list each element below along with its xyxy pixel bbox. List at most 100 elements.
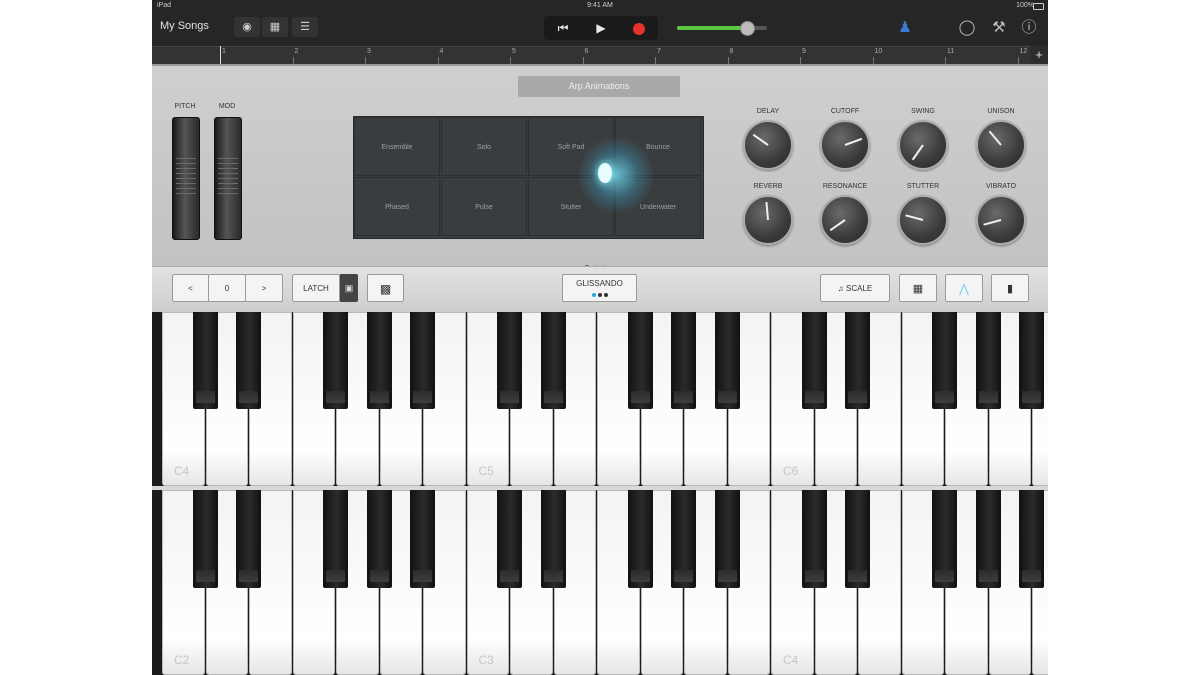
black-key[interactable] (236, 312, 261, 409)
octave-label: C2 (174, 653, 190, 667)
black-key[interactable] (845, 312, 870, 409)
knob-label: CUTOFF (830, 108, 860, 115)
scale-button[interactable]: ♫ SCALE (820, 274, 890, 302)
patch-select-button[interactable]: Arp Animations (518, 76, 680, 97)
mod-wheel[interactable] (214, 117, 242, 240)
volume-knob[interactable] (740, 21, 756, 36)
knob-reverb[interactable] (743, 195, 793, 245)
browser-icon[interactable]: ◉ (234, 17, 260, 37)
ruler-bar-number: 7 (657, 48, 661, 55)
knob-delay[interactable] (743, 120, 793, 170)
knob-label: REVERB (753, 183, 783, 190)
black-key[interactable] (323, 312, 348, 409)
arp-cell[interactable]: Solo (441, 117, 527, 176)
metronome-icon[interactable]: ♟ (894, 17, 916, 39)
wheel-grip-line (218, 183, 238, 184)
loop-icon[interactable]: ◯ (956, 17, 978, 39)
help-icon[interactable]: ⓘ (1018, 17, 1040, 39)
black-key[interactable] (801, 312, 827, 409)
black-key[interactable] (714, 490, 740, 588)
wheel-grip-line (176, 188, 196, 189)
black-key[interactable] (366, 490, 392, 588)
octave-label: C3 (478, 653, 494, 667)
sustain-button[interactable]: ▮ (991, 274, 1029, 302)
master-volume-slider[interactable] (677, 21, 767, 36)
arpeggiator-button[interactable]: ▩ (367, 274, 404, 302)
knob-indicator (765, 201, 769, 221)
wheel-grip-line (218, 158, 238, 159)
settings-wrench-icon[interactable]: ⚒ (988, 17, 1010, 39)
black-key[interactable] (975, 490, 1001, 588)
wave-icon: ⋀ (959, 282, 969, 296)
black-key[interactable] (932, 490, 957, 588)
arpeggio-wave-button[interactable]: ⋀ (945, 274, 983, 302)
arp-glow (576, 137, 656, 213)
record-button[interactable] (620, 16, 658, 40)
knob-cutoff[interactable] (820, 120, 870, 170)
black-key[interactable] (671, 312, 696, 409)
knob-indicator (752, 133, 769, 146)
playhead[interactable] (220, 46, 221, 64)
black-key[interactable] (323, 490, 348, 588)
arp-cell[interactable]: Phased (354, 177, 440, 236)
wheel-grip-line (218, 188, 238, 189)
black-key[interactable] (845, 490, 870, 588)
black-key[interactable] (192, 490, 218, 588)
knob-indicator (844, 137, 863, 146)
black-key[interactable] (975, 312, 1001, 409)
arp-cell[interactable]: Ensemble (354, 117, 440, 176)
add-section-icon[interactable]: + (1030, 46, 1048, 64)
ruler-bar-number: 4 (439, 48, 444, 55)
arp-cell[interactable]: Pulse (441, 177, 527, 236)
black-key[interactable] (410, 490, 435, 588)
black-key[interactable] (671, 490, 696, 588)
black-key[interactable] (192, 312, 218, 409)
volume-fill (677, 26, 748, 30)
black-key[interactable] (540, 490, 566, 588)
black-key[interactable] (497, 312, 522, 409)
octave-label: C5 (478, 464, 494, 478)
lock-icon[interactable]: ▣ (340, 274, 358, 302)
black-key[interactable] (1019, 312, 1044, 409)
black-key[interactable] (497, 490, 522, 588)
mixer-icon[interactable]: ☰ (292, 17, 318, 37)
mod-wheel-label: MOD (218, 103, 236, 110)
glissando-label: GLISSANDO (576, 279, 623, 288)
black-key[interactable] (801, 490, 827, 588)
knob-vibrato[interactable] (976, 195, 1026, 245)
knob-stutter[interactable] (898, 195, 948, 245)
octave-up-button[interactable]: > (245, 274, 283, 302)
black-key[interactable] (1019, 490, 1044, 588)
play-icon[interactable]: ▶ (582, 16, 620, 40)
knob-indicator (983, 219, 1002, 226)
glissando-mode-dots (563, 293, 636, 297)
knob-label: STUTTER (906, 183, 940, 190)
ruler-bar-number: 9 (802, 48, 806, 55)
pitch-wheel[interactable] (172, 117, 200, 240)
black-key[interactable] (714, 312, 740, 409)
black-key[interactable] (540, 312, 566, 409)
black-key[interactable] (236, 490, 261, 588)
keyboard-layout-button[interactable]: ▦ (899, 274, 937, 302)
black-key[interactable] (627, 490, 653, 588)
transport-controls: ⏮ ▶ (544, 16, 658, 40)
knob-swing[interactable] (898, 120, 948, 170)
black-key[interactable] (627, 312, 653, 409)
arp-touch-cursor[interactable] (598, 163, 612, 183)
black-key[interactable] (932, 312, 957, 409)
ruler-bar-number: 11 (947, 48, 955, 55)
tracks-icon[interactable]: ▦ (262, 17, 288, 37)
black-key[interactable] (366, 312, 392, 409)
knob-unison[interactable] (976, 120, 1026, 170)
timeline-ruler[interactable]: 1 2 3 4 5 6 7 8 9 10 11 12 (152, 46, 1048, 65)
black-key[interactable] (410, 312, 435, 409)
arpeggiator-pad[interactable]: Ensemble Solo Soft Pad Bounce Phased Pulse Stu… (353, 116, 704, 239)
knob-resonance[interactable] (820, 195, 870, 245)
keyboard-icon: ▦ (912, 283, 924, 295)
my-songs-button[interactable]: My Songs (160, 20, 209, 32)
rewind-icon[interactable]: ⏮ (544, 16, 582, 40)
octave-down-button[interactable]: < (172, 274, 209, 302)
latch-button[interactable]: LATCH (292, 274, 340, 302)
scale-label: SCALE (846, 284, 873, 293)
glissando-button[interactable]: GLISSANDO (562, 274, 637, 302)
